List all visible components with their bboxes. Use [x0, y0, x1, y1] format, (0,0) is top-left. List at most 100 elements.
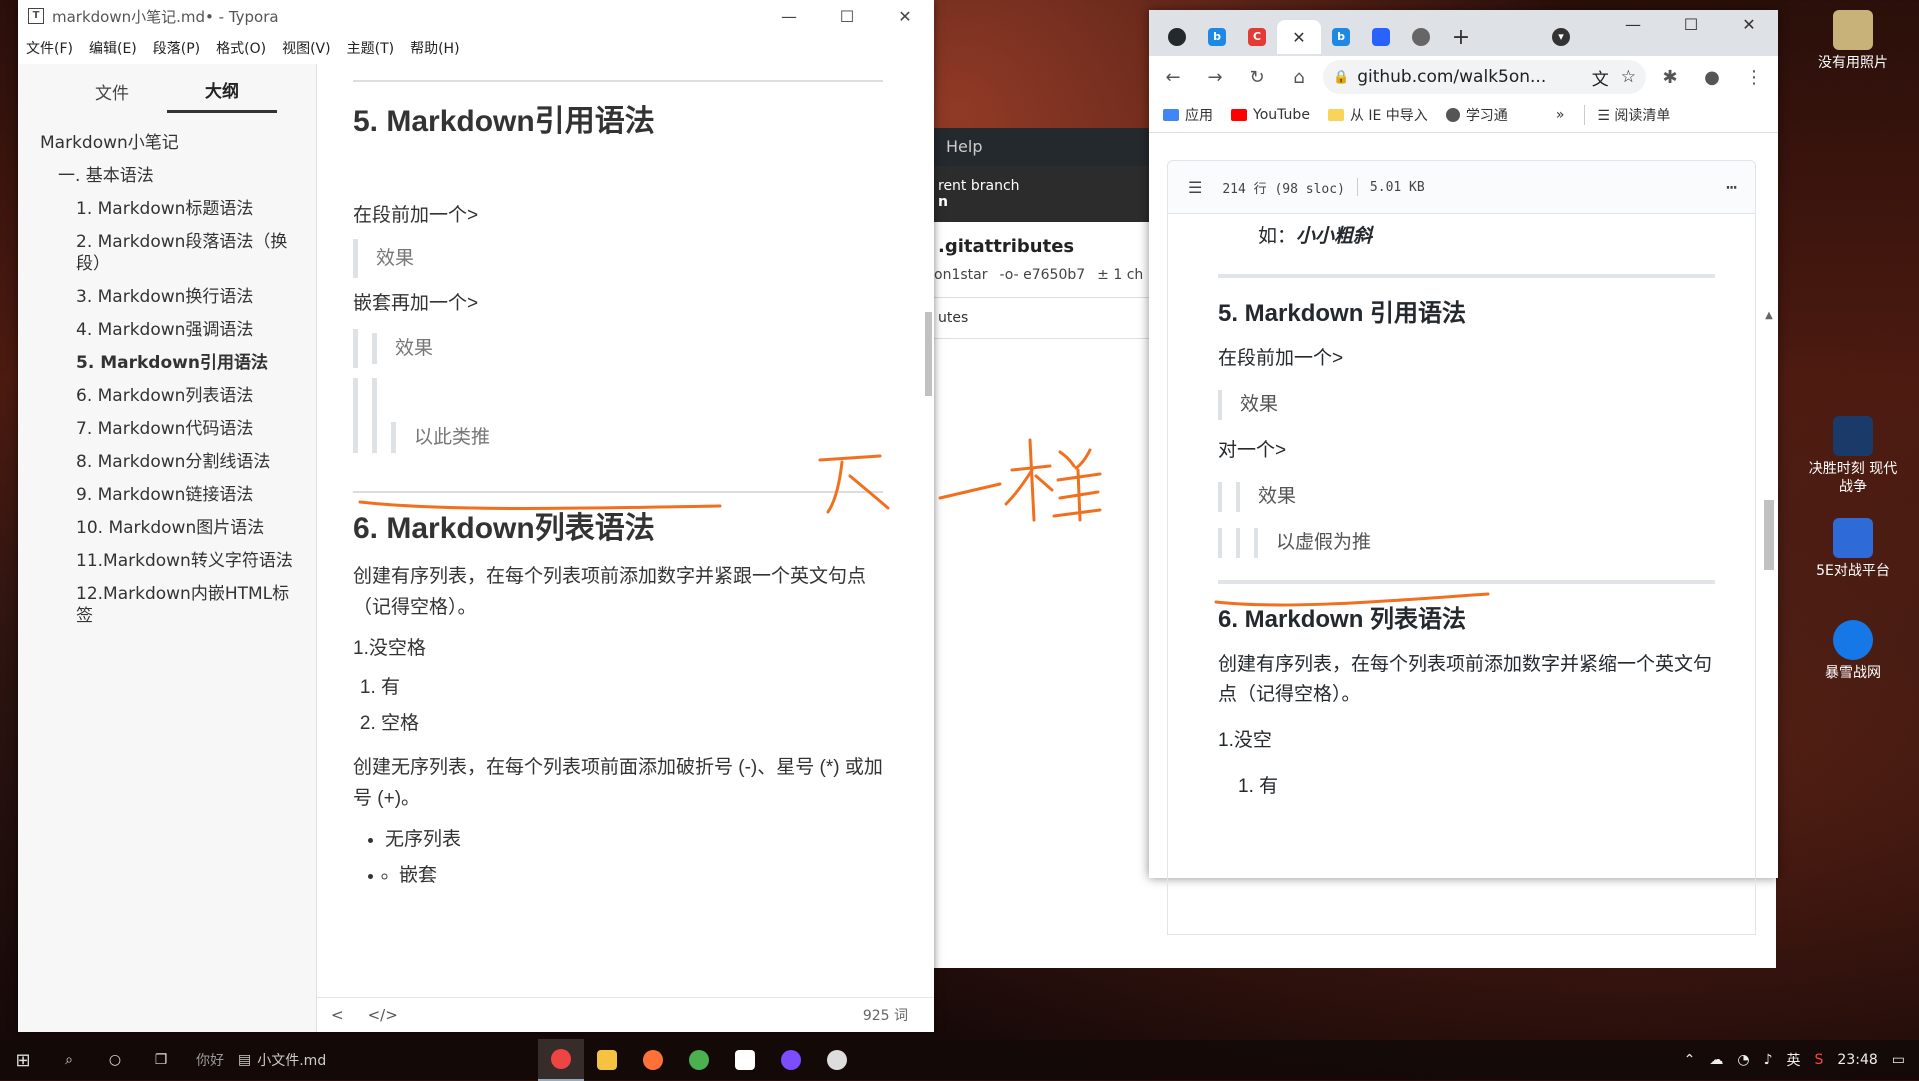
taskbar-typora[interactable]: 你好 ▤ 小文件.md — [184, 1050, 338, 1070]
minimize-button[interactable]: — — [760, 7, 818, 26]
menu-theme[interactable]: 主题(T) — [347, 38, 394, 58]
game-icon — [1833, 416, 1873, 456]
outline-item-active[interactable]: 5. Markdown引用语法 — [40, 352, 316, 374]
outline-item[interactable]: 7. Markdown代码语法 — [40, 418, 316, 440]
tab-bing[interactable]: b — [1197, 20, 1237, 54]
outline-item[interactable]: 2. Markdown段落语法（换段） — [40, 231, 316, 275]
tab-outline[interactable]: 大纲 — [167, 69, 277, 113]
cortana-button[interactable]: ○ — [92, 1040, 138, 1080]
reload-icon[interactable]: ↻ — [1239, 67, 1275, 88]
tab-github[interactable] — [1157, 20, 1197, 54]
close-icon[interactable]: ✕ — [1292, 28, 1305, 47]
tab-bing-2[interactable]: b — [1321, 20, 1361, 54]
menu-edit[interactable]: 编辑(E) — [89, 38, 137, 58]
page-scrollbar[interactable]: ▲ — [1762, 310, 1776, 878]
bookmark-youtube[interactable]: YouTube — [1231, 107, 1310, 123]
contributors[interactable]: ± 1 ch — [1097, 267, 1143, 283]
home-icon[interactable]: ⌂ — [1281, 67, 1317, 88]
outline-item[interactable]: 10. Markdown图片语法 — [40, 517, 316, 539]
menu-icon[interactable]: ⋮ — [1736, 67, 1772, 88]
menu-paragraph[interactable]: 段落(P) — [153, 38, 200, 58]
tab-baidu[interactable] — [1361, 20, 1401, 54]
profile-icon[interactable]: ● — [1694, 67, 1730, 88]
outline-item[interactable]: 3. Markdown换行语法 — [40, 286, 316, 308]
scrollbar-thumb[interactable] — [925, 312, 932, 396]
scrollbar-thumb[interactable] — [1764, 500, 1774, 570]
maximize-button[interactable]: ☐ — [1662, 10, 1720, 40]
new-tab-button[interactable]: + — [1441, 20, 1481, 54]
outline-item[interactable]: 6. Markdown列表语法 — [40, 385, 316, 407]
tab-active[interactable]: ✕ — [1277, 20, 1321, 54]
cloud-icon[interactable]: ☁ — [1709, 1052, 1723, 1068]
clock[interactable]: 23:48 — [1837, 1052, 1877, 1068]
taskbar-steam[interactable] — [814, 1040, 860, 1080]
outline-item[interactable]: Markdown小笔记 — [40, 132, 316, 154]
tab-files[interactable]: 文件 — [57, 71, 167, 112]
outline-item[interactable]: 9. Markdown链接语法 — [40, 484, 316, 506]
taskbar-typora-icon[interactable] — [722, 1040, 768, 1080]
language-indicator[interactable]: 英 — [1787, 1050, 1801, 1070]
taskbar-app[interactable] — [676, 1040, 722, 1080]
chevron-up-icon[interactable]: ⌃ — [1684, 1052, 1696, 1068]
menu-help[interactable]: 帮助(H) — [410, 38, 459, 58]
scroll-up-icon[interactable]: ▲ — [1762, 310, 1776, 321]
commit-hash[interactable]: -o- e7650b7 — [999, 267, 1085, 283]
star-icon[interactable]: ☆ — [1621, 67, 1636, 87]
close-button[interactable]: ✕ — [876, 7, 934, 26]
search-button[interactable]: ⌕ — [46, 1040, 92, 1080]
editor-pane[interactable]: 5. Markdown引用语法 在段前加一个> 效果 嵌套再加一个> 效果 以此… — [317, 64, 934, 1032]
desktop-icon-cod[interactable]: 决胜时刻 现代战争 — [1808, 416, 1898, 496]
network-icon[interactable]: ◔ — [1737, 1052, 1749, 1068]
notification-icon[interactable]: ▭ — [1892, 1052, 1905, 1068]
start-button[interactable]: ⊞ — [0, 1040, 46, 1080]
ordered-list: 有 空格 — [353, 670, 883, 742]
taskbar-github[interactable] — [768, 1040, 814, 1080]
bookmark-xuexitong[interactable]: 学习通 — [1445, 105, 1508, 125]
minimize-button[interactable]: — — [1604, 10, 1662, 40]
desktop-icon-battlenet[interactable]: 暴雪战网 — [1808, 620, 1898, 682]
taskbar-explorer[interactable] — [584, 1040, 630, 1080]
bookmark-apps[interactable]: 应用 — [1163, 105, 1213, 125]
menu-file[interactable]: 文件(F) — [26, 38, 73, 58]
source-code-icon[interactable]: </> — [368, 1006, 398, 1024]
outline-item[interactable]: 1. Markdown标题语法 — [40, 198, 316, 220]
tab-csdn[interactable]: C — [1237, 20, 1277, 54]
forward-icon[interactable]: → — [1197, 67, 1233, 88]
back-icon[interactable]: ← — [1155, 67, 1191, 88]
outline-item[interactable]: 12.Markdown内嵌HTML标签 — [40, 583, 316, 627]
outline-item[interactable]: 8. Markdown分割线语法 — [40, 451, 316, 473]
cortana-icon: ○ — [108, 1052, 122, 1068]
more-bookmarks-icon[interactable]: » — [1556, 107, 1565, 123]
commit-author[interactable]: on1star — [934, 267, 987, 283]
bookmark-ie-import[interactable]: 从 IE 中导入 — [1327, 105, 1428, 125]
tab-search-button[interactable]: ▾ — [1541, 20, 1581, 54]
taskbar-firefox[interactable] — [630, 1040, 676, 1080]
maximize-button[interactable]: ☐ — [818, 7, 876, 26]
volume-icon[interactable]: ♪ — [1764, 1052, 1773, 1068]
menu-format[interactable]: 格式(O) — [216, 38, 266, 58]
extensions-icon[interactable]: ✱ — [1652, 67, 1688, 88]
editor-scrollbar[interactable] — [924, 64, 934, 1032]
back-icon[interactable]: < — [331, 1006, 344, 1024]
outline-item[interactable]: 一. 基本语法 — [40, 165, 316, 187]
translate-icon[interactable]: 文 — [1592, 65, 1609, 90]
sogou-icon[interactable]: S — [1815, 1052, 1824, 1068]
menu-view[interactable]: 视图(V) — [282, 38, 331, 58]
word-count[interactable]: 925 词 — [863, 1005, 908, 1025]
address-bar[interactable]: 🔒 github.com/walk5on... 文 ☆ — [1323, 60, 1646, 94]
outline-item[interactable]: 4. Markdown强调语法 — [40, 319, 316, 341]
lock-icon[interactable]: 🔒 — [1333, 70, 1349, 85]
paragraph: 创建无序列表，在每个列表项前面添加破折号 (-)、星号 (*) 或加号 (+)。 — [353, 757, 883, 809]
tab-globe[interactable] — [1401, 20, 1441, 54]
task-view-button[interactable]: ❐ — [138, 1040, 184, 1080]
desktop-icon-5e[interactable]: 5E对战平台 — [1808, 518, 1898, 580]
list-icon[interactable]: ☰ — [1188, 178, 1202, 197]
desktop-icon-photos[interactable]: 没有用照片 — [1808, 10, 1898, 72]
reading-list[interactable]: ☰ 阅读清单 — [1584, 105, 1670, 125]
outline-item[interactable]: 11.Markdown转义字符语法 — [40, 550, 316, 572]
divider — [1218, 580, 1715, 584]
close-button[interactable]: ✕ — [1720, 10, 1778, 40]
example-line: 如：小小粗斜 — [1258, 226, 1373, 247]
more-options-icon[interactable]: ⋯ — [1726, 177, 1737, 198]
taskbar-chrome[interactable] — [538, 1039, 585, 1081]
